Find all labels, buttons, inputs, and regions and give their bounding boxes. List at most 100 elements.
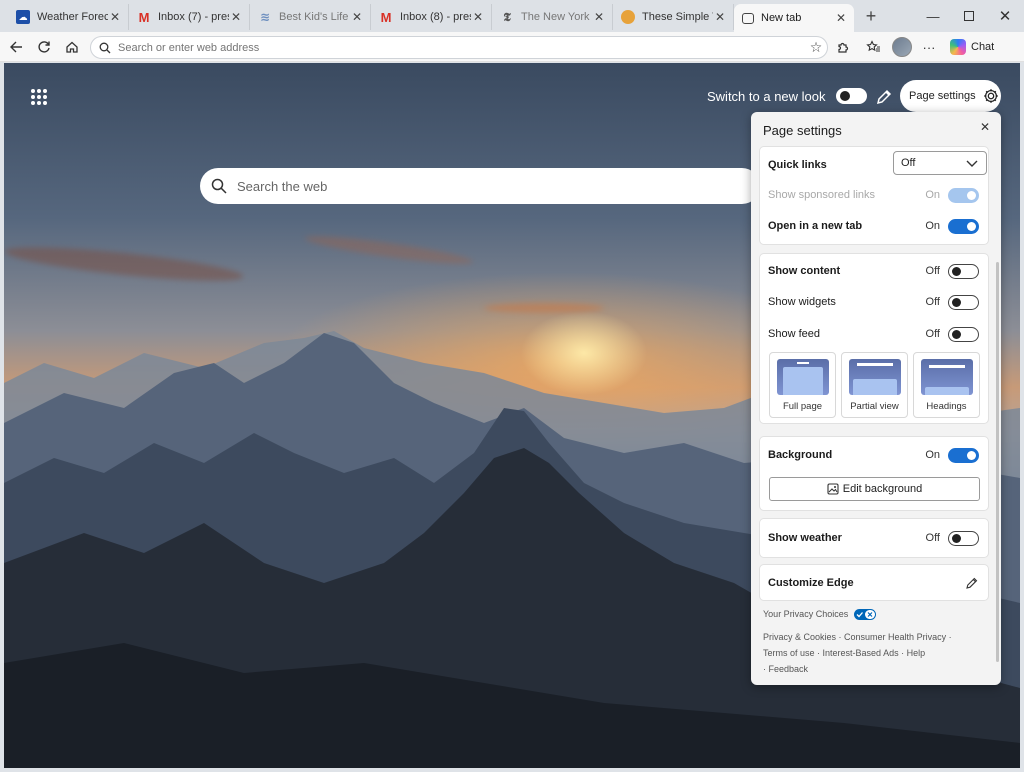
show-widgets-toggle[interactable]	[948, 294, 979, 310]
gmail-icon: M	[380, 9, 392, 25]
partial-view-preview	[849, 359, 901, 395]
privacy-choices-icon	[853, 609, 876, 621]
show-feed-state: Off	[925, 328, 940, 340]
show-content-state: Off	[925, 265, 940, 277]
quick-links-dropdown[interactable]: Off	[893, 151, 987, 175]
back-button[interactable]	[5, 36, 27, 58]
search-icon	[211, 178, 227, 194]
close-tab-icon[interactable]: ✕	[108, 10, 122, 24]
quick-links-value: Off	[901, 157, 916, 169]
background-card: Background On Edit background	[759, 436, 989, 511]
refresh-button[interactable]	[33, 36, 55, 58]
close-tab-icon[interactable]: ✕	[713, 10, 727, 24]
address-bar[interactable]: ☆	[90, 36, 828, 59]
close-tab-icon[interactable]: ✕	[592, 10, 606, 24]
home-icon	[66, 41, 78, 53]
page-settings-button[interactable]: Page settings	[900, 80, 1001, 112]
interest-based-ads-link[interactable]: Interest-Based Ads	[823, 648, 899, 658]
customize-edge-card[interactable]: Customize Edge	[759, 564, 989, 601]
show-feed-toggle[interactable]	[948, 326, 979, 342]
extensions-button[interactable]	[832, 36, 854, 58]
pencil-icon[interactable]	[874, 87, 894, 107]
gear-icon	[983, 89, 998, 103]
website-icon: ≋	[259, 10, 271, 24]
more-menu-button[interactable]: ···	[918, 36, 940, 58]
help-link[interactable]: Help	[907, 648, 926, 658]
tab-new-tab[interactable]: New tab ✕	[734, 4, 854, 32]
close-icon[interactable]: ✕	[978, 120, 992, 134]
layout-partial-view[interactable]: Partial view	[841, 352, 908, 418]
puzzle-icon	[838, 42, 849, 53]
show-widgets-label: Show widgets	[768, 296, 836, 308]
background-state: On	[925, 449, 940, 461]
weather-card: Show weather Off	[759, 518, 989, 558]
website-icon	[621, 10, 635, 24]
show-feed-label: Show feed	[768, 328, 820, 340]
customize-edge-row: Customize Edge	[768, 573, 979, 593]
tab-title: Best Kid's Life Jack	[279, 11, 350, 23]
new-tab-icon	[742, 12, 754, 24]
show-sponsored-toggle[interactable]	[948, 187, 979, 203]
edit-background-button[interactable]: Edit background	[769, 477, 980, 501]
customize-edge-label: Customize Edge	[768, 577, 854, 589]
close-tab-icon[interactable]: ✕	[834, 11, 848, 25]
show-content-toggle[interactable]	[948, 263, 979, 279]
show-sponsored-label: Show sponsored links	[768, 189, 876, 201]
tab-nyt[interactable]: 𝕿 The New York Tim ✕	[492, 4, 613, 30]
apps-launcher-icon[interactable]	[31, 89, 47, 105]
footer-links-line-1: Privacy & Cookies · Consumer Health Priv…	[763, 632, 952, 642]
back-arrow-icon	[10, 41, 22, 53]
address-input[interactable]	[118, 41, 805, 54]
background-toggle[interactable]	[948, 447, 979, 463]
consumer-health-link[interactable]: Consumer Health Privacy	[844, 632, 946, 642]
tab-strip: ☁ Weather Forecast ✕ M Inbox (7) - prest…	[0, 0, 1024, 32]
page-settings-panel: Page settings ✕ Quick links Off Show spo…	[751, 112, 1001, 685]
switch-look-toggle[interactable]	[835, 88, 867, 104]
headings-preview	[921, 359, 973, 395]
layout-caption: Full page	[782, 401, 823, 412]
layout-full-page[interactable]: Full page	[769, 352, 836, 418]
pencil-icon[interactable]	[965, 576, 979, 590]
gmail-icon: M	[138, 9, 150, 25]
web-search-input[interactable]	[237, 178, 760, 194]
show-sponsored-state: On	[925, 189, 940, 201]
close-window-button[interactable]: ✕	[982, 0, 1024, 32]
open-new-tab-row: Open in a new tab On	[768, 216, 979, 236]
footer-links-line-3: · Feedback	[763, 664, 809, 674]
profile-avatar[interactable]	[892, 37, 912, 57]
search-icon	[97, 40, 113, 56]
home-button[interactable]	[61, 36, 83, 58]
show-weather-row: Show weather Off	[768, 528, 979, 548]
switch-look-label: Switch to a new look	[707, 88, 826, 104]
open-new-tab-label: Open in a new tab	[768, 220, 863, 232]
chat-label: Chat	[971, 41, 995, 53]
tab-inbox-8[interactable]: M Inbox (8) - preston ✕	[371, 4, 492, 30]
web-search-box[interactable]	[200, 168, 760, 204]
navigation-toolbar: ☆ ···	[0, 32, 1024, 62]
tab-title: The New York Tim	[521, 11, 592, 23]
tab-inbox-7[interactable]: M Inbox (7) - preston ✕	[129, 4, 250, 30]
image-icon	[827, 483, 839, 495]
panel-scrollbar[interactable]	[996, 262, 999, 662]
close-tab-icon[interactable]: ✕	[471, 10, 485, 24]
privacy-choices-link[interactable]: Your Privacy Choices	[763, 609, 876, 621]
feedback-link[interactable]: Feedback	[769, 664, 809, 674]
tab-title: New tab	[761, 12, 802, 24]
tab-simple-tweaks[interactable]: These Simple Twe ✕	[613, 4, 734, 30]
close-tab-icon[interactable]: ✕	[229, 10, 243, 24]
close-tab-icon[interactable]: ✕	[350, 10, 364, 24]
show-sponsored-row: Show sponsored links On	[768, 185, 979, 205]
favorites-button[interactable]	[862, 36, 884, 58]
layout-headings[interactable]: Headings	[913, 352, 980, 418]
favorite-star-icon[interactable]: ☆	[805, 39, 827, 56]
tab-weather[interactable]: ☁ Weather Forecast ✕	[8, 4, 129, 30]
tab-kids-life-jacket[interactable]: ≋ Best Kid's Life Jack ✕	[250, 4, 371, 30]
background-label: Background	[768, 449, 833, 461]
copilot-chat-button[interactable]: Chat	[950, 36, 994, 58]
show-weather-toggle[interactable]	[948, 530, 979, 546]
privacy-cookies-link[interactable]: Privacy & Cookies	[763, 632, 836, 642]
terms-of-use-link[interactable]: Terms of use	[763, 648, 815, 658]
full-page-preview	[777, 359, 829, 395]
new-tab-button[interactable]: +	[860, 6, 882, 28]
open-new-tab-toggle[interactable]	[948, 218, 979, 234]
